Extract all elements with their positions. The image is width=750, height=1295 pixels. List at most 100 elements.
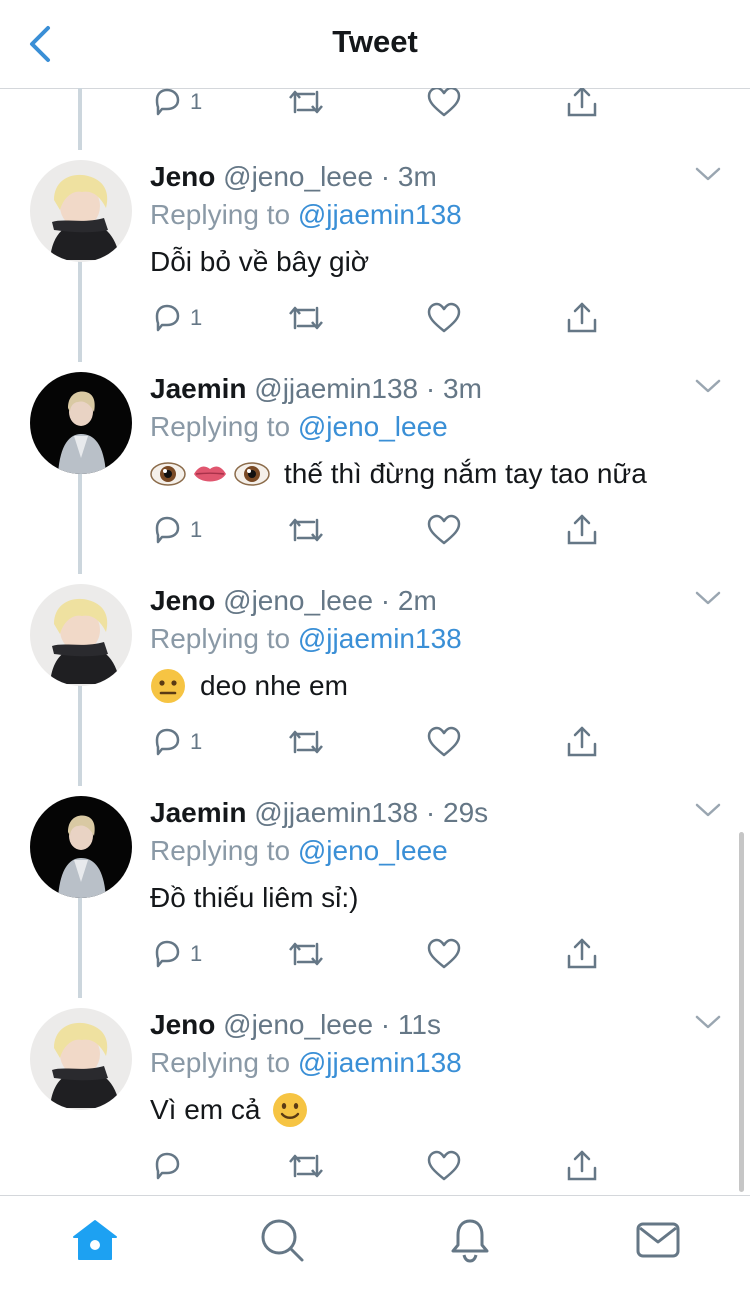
- tweet-menu-button[interactable]: [694, 800, 722, 820]
- replying-to-label: Replying to: [150, 1047, 291, 1078]
- retweet-icon: [289, 518, 323, 542]
- avatar[interactable]: [30, 372, 132, 474]
- avatar[interactable]: [30, 160, 132, 262]
- user-handle[interactable]: @jjaemin138: [254, 797, 418, 828]
- heart-icon: [427, 1150, 461, 1181]
- tweet-text: thế thì đừng nắm tay tao nữa: [150, 456, 647, 492]
- avatar-image: [30, 1008, 132, 1110]
- reply-button[interactable]: 1: [150, 88, 202, 122]
- retweet-button[interactable]: [286, 1146, 326, 1186]
- chevron-down-icon: [695, 803, 721, 817]
- tweet-thread[interactable]: 1 Jeno @jeno_leee · 3m Replying to @jjaem…: [0, 88, 750, 1195]
- replying-to-handle[interactable]: @jjaemin138: [298, 1047, 462, 1078]
- tab-search[interactable]: [258, 1216, 306, 1264]
- avatar[interactable]: [30, 796, 132, 898]
- separator-dot: ·: [418, 373, 444, 404]
- like-button[interactable]: [426, 722, 462, 762]
- timestamp: 3m: [397, 161, 437, 192]
- tweet-menu-button[interactable]: [694, 164, 722, 184]
- heart-icon: [427, 88, 461, 117]
- reply-button[interactable]: [150, 1146, 190, 1186]
- share-button[interactable]: [564, 88, 600, 122]
- scrollbar[interactable]: [739, 832, 744, 1192]
- like-button[interactable]: [426, 934, 462, 974]
- tweet-body: thế thì đừng nắm tay tao nữa: [284, 458, 647, 489]
- user-handle[interactable]: @jeno_leee: [223, 585, 373, 616]
- share-button[interactable]: [564, 934, 600, 974]
- tweet-menu-button[interactable]: [694, 376, 722, 396]
- retweet-button[interactable]: [286, 510, 326, 550]
- share-button[interactable]: [564, 298, 600, 338]
- tweet[interactable]: Jeno @jeno_leee · 3m Replying to @jjaemin…: [0, 160, 750, 372]
- share-button[interactable]: [564, 722, 600, 762]
- retweet-icon: [289, 90, 323, 114]
- bell-icon: [451, 1219, 489, 1263]
- thread-connector: [78, 88, 82, 150]
- tweet-actions: 1: [150, 298, 610, 338]
- bottom-tab-bar: [0, 1195, 750, 1295]
- like-button[interactable]: [426, 298, 462, 338]
- page-title: Tweet: [332, 24, 418, 59]
- replying-to-handle[interactable]: @jjaemin138: [298, 199, 462, 230]
- tweet-body: Vì em cả: [150, 1094, 261, 1125]
- reply-button[interactable]: 1: [150, 934, 202, 974]
- tab-notifications[interactable]: [446, 1216, 494, 1264]
- share-button[interactable]: [564, 1146, 600, 1186]
- tweet[interactable]: Jaemin @jjaemin138 · 3m Replying to @jeno…: [0, 372, 750, 584]
- reply-button[interactable]: 1: [150, 722, 202, 762]
- separator-dot: ·: [373, 161, 398, 192]
- like-button[interactable]: [426, 510, 462, 550]
- tweet-text: Dỗi bỏ về bây giờ: [150, 244, 369, 280]
- tab-home[interactable]: [71, 1216, 119, 1264]
- replying-to: Replying to @jjaemin138: [150, 622, 462, 656]
- separator-dot: ·: [373, 1009, 398, 1040]
- avatar-image: [30, 160, 132, 262]
- chevron-down-icon: [695, 167, 721, 181]
- retweet-button[interactable]: [286, 934, 326, 974]
- display-name[interactable]: Jeno: [150, 1009, 215, 1040]
- avatar[interactable]: [30, 584, 132, 686]
- tweet-header: Jaemin @jjaemin138 · 3m: [150, 372, 482, 406]
- chevron-down-icon: [695, 379, 721, 393]
- replying-to: Replying to @jjaemin138: [150, 1046, 462, 1080]
- neutral-face-emoji-icon: [151, 669, 185, 703]
- like-button[interactable]: [426, 88, 462, 122]
- tweet[interactable]: Jeno @jeno_leee · 2m Replying to @jjaemin…: [0, 584, 750, 796]
- heart-icon: [427, 302, 461, 333]
- retweet-button[interactable]: [286, 722, 326, 762]
- tab-messages[interactable]: [634, 1216, 682, 1264]
- heart-icon: [427, 726, 461, 757]
- timestamp: 2m: [397, 585, 437, 616]
- share-icon: [567, 726, 597, 757]
- user-handle[interactable]: @jjaemin138: [254, 373, 418, 404]
- replying-to-label: Replying to: [150, 835, 291, 866]
- display-name[interactable]: Jeno: [150, 161, 215, 192]
- tweet-menu-button[interactable]: [694, 1012, 722, 1032]
- reply-button[interactable]: 1: [150, 298, 202, 338]
- reply-count: 1: [190, 517, 203, 542]
- retweet-button[interactable]: [286, 88, 326, 122]
- display-name[interactable]: Jaemin: [150, 373, 247, 404]
- replying-to-handle[interactable]: @jeno_leee: [298, 411, 448, 442]
- avatar[interactable]: [30, 1008, 132, 1110]
- tweet-actions: 1: [150, 722, 610, 762]
- like-button[interactable]: [426, 1146, 462, 1186]
- replying-to-handle[interactable]: @jeno_leee: [298, 835, 448, 866]
- share-button[interactable]: [564, 510, 600, 550]
- tweet-actions: 1: [150, 934, 610, 974]
- replying-to-handle[interactable]: @jjaemin138: [298, 623, 462, 654]
- tweet-menu-button[interactable]: [694, 588, 722, 608]
- reply-icon: [155, 728, 180, 756]
- user-handle[interactable]: @jeno_leee: [223, 1009, 373, 1040]
- display-name[interactable]: Jeno: [150, 585, 215, 616]
- user-handle[interactable]: @jeno_leee: [223, 161, 373, 192]
- reply-button[interactable]: 1: [150, 510, 202, 550]
- retweet-button[interactable]: [286, 298, 326, 338]
- display-name[interactable]: Jaemin: [150, 797, 247, 828]
- search-icon: [261, 1219, 304, 1262]
- tweet[interactable]: Jaemin @jjaemin138 · 29s Replying to @jen…: [0, 796, 750, 1008]
- tweet[interactable]: Jeno @jeno_leee · 11s Replying to @jjaemi…: [0, 1008, 750, 1195]
- retweet-icon: [289, 1154, 323, 1178]
- replying-to-label: Replying to: [150, 411, 291, 442]
- heart-icon: [427, 514, 461, 545]
